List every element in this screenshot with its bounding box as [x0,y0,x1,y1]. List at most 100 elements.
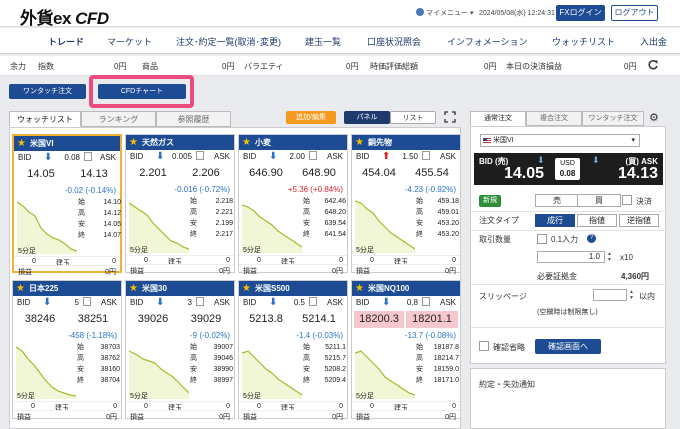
star-icon[interactable]: ★ [242,136,251,149]
ask-price[interactable]: 18201.1 [406,311,458,328]
price-card[interactable]: ★ 米国NQ100 BID ⬇ 0.8 ASK 18200.3 18201.1 -13.7 (-… [351,280,461,421]
nav-account[interactable]: 口座状況照会 [367,35,421,48]
slippage-input[interactable] [593,289,627,301]
star-icon[interactable]: ★ [355,282,364,295]
ask-price[interactable]: 2.206 [180,165,232,182]
buy-button[interactable]: 買 [577,194,621,207]
card-header[interactable]: ★ 小麦 [239,135,347,150]
refresh-icon[interactable] [647,59,659,71]
confirm-button[interactable]: 確認画面へ [535,339,601,354]
nav-deposit[interactable]: 入出金 [640,35,667,48]
bid-price[interactable]: 18200.3 [354,311,404,328]
market-order-button[interactable]: 成行 [535,214,575,227]
star-icon[interactable]: ★ [16,282,25,295]
sell-button[interactable]: 売 [535,194,579,207]
lot-checkbox[interactable] [83,297,91,306]
expand-icon[interactable] [444,111,456,123]
lot-checkbox[interactable] [84,152,92,161]
tab-history[interactable]: 参照履歴 [156,111,231,127]
lot-checkbox[interactable] [422,151,430,160]
ask-price[interactable]: 14.13 [68,166,120,183]
tab-ranking[interactable]: ランキング [81,111,156,127]
cfd-chart-button[interactable]: CFDチャート [98,84,186,99]
tab-combo-order[interactable]: 複合注文 [526,111,582,126]
symbol-name: 米国NQ100 [368,284,410,293]
card-header[interactable]: ★ 米国NQ100 [352,281,460,296]
star-icon[interactable]: ★ [129,136,138,149]
star-icon[interactable]: ★ [17,137,26,150]
bid-price[interactable]: 646.90 [241,165,291,182]
price-card[interactable]: ★ 米国30 BID ⬇ 3 ASK 39026 39029 -9 (-0.02%) 始 39007… [125,280,235,421]
settle-checkbox[interactable] [622,195,632,205]
card-header[interactable]: ★ 日本225 [13,281,121,296]
user-menu[interactable]: マイメニュー ▾ [416,8,473,18]
down-arrow-icon: ⬇ [156,151,165,162]
summary-bar: 余力 指数 0円 商品 0円 バラエティ 0円 時価評価総額 0円 本日の決済損… [0,56,680,76]
list-view-button[interactable]: リスト [390,111,436,124]
symbol-select[interactable]: 米国VI ▾ [480,134,640,147]
help-icon[interactable]: ? [587,234,596,243]
lot-checkbox[interactable] [196,151,204,160]
card-header[interactable]: ★ 米国30 [126,281,234,296]
ask-price[interactable]: 14.13 [618,165,658,183]
lot-checkbox[interactable] [537,234,547,244]
price-row: 18200.3 18201.1 [354,311,458,328]
ask-price[interactable]: 38251 [67,311,119,328]
bid-price[interactable]: 14.05 [504,165,544,183]
nav-market[interactable]: マーケット [107,35,152,48]
ask-price[interactable]: 648.90 [293,165,345,182]
tab-watchlist[interactable]: ウォッチリスト [9,111,81,127]
price-card[interactable]: ★ 米国VI BID ⬇ 0.08 ASK 14.05 14.13 -0.02 (-0.14%)… [12,134,122,276]
card-header[interactable]: ★ 米国VI [14,136,120,151]
lot-checkbox[interactable] [422,297,430,306]
slippage-stepper[interactable]: ▲ ▼ [629,289,634,301]
lot-checkbox[interactable] [309,297,317,306]
spread: 2.00 [289,152,305,161]
price-card[interactable]: ★ 米国S500 BID ⬇ 0.5 ASK 5213.8 5214.1 -1.4 (-0.03… [238,280,348,421]
ask-price[interactable]: 5214.1 [293,311,345,328]
nav-information[interactable]: インフォメーション [447,35,528,48]
tab-onetouch-order[interactable]: ワンタッチ注文 [582,111,644,126]
card-header[interactable]: ★ 銅先物 [352,135,460,150]
nav-watchlist[interactable]: ウォッチリスト [552,35,615,48]
add-edit-button[interactable]: 追加/編集 [286,111,336,124]
nav-orders[interactable]: 注文･約定一覧(取消･変更) [176,35,281,48]
card-header[interactable]: ★ 米国S500 [239,281,347,296]
quantity-stepper[interactable]: ▲ ▼ [607,251,612,263]
lot-checkbox[interactable] [196,297,204,306]
bid-price[interactable]: 454.04 [354,165,404,182]
tab-normal-order[interactable]: 通常注文 [470,111,526,126]
spread: 3 [187,298,192,307]
limit-order-button[interactable]: 指値 [577,214,617,227]
pl-row: 損益 0円 [14,265,120,276]
star-icon[interactable]: ★ [242,282,251,295]
quantity-input[interactable]: 1.0 [537,251,605,263]
ask-price[interactable]: 39029 [180,311,232,328]
panel-view-button[interactable]: パネル [344,111,390,124]
logout-button[interactable]: ログアウト [611,5,658,21]
bid-price[interactable]: 2.201 [128,165,178,182]
star-icon[interactable]: ★ [129,282,138,295]
bid-price[interactable]: 38246 [15,311,65,328]
onetouch-order-button[interactable]: ワンタッチ注文 [9,84,86,99]
stop-order-button[interactable]: 逆指値 [619,214,659,227]
skip-confirm-checkbox[interactable] [479,341,489,351]
price-card[interactable]: ★ 銅先物 BID ⬆ 1.50 ASK 454.04 455.54 -4.23 (-0.92%… [351,134,461,275]
nav-positions[interactable]: 建玉一覧 [305,35,341,48]
bid-price[interactable]: 14.05 [16,166,66,183]
down-arrow-icon: ⬇ [592,155,600,165]
nav-trade[interactable]: トレード [48,35,84,48]
star-icon[interactable]: ★ [355,136,364,149]
fx-login-button[interactable]: FXログイン [556,5,605,21]
bid-price[interactable]: 5213.8 [241,311,291,328]
price-card[interactable]: ★ 天然ガス BID ⬇ 0.005 ASK 2.201 2.206 -0.016 (-0.72… [125,134,235,275]
gear-icon[interactable]: ⚙ [649,111,659,124]
quote-labels: BID ⬆ 1.50 ASK [352,151,460,164]
lot-checkbox[interactable] [309,151,317,160]
ask-price[interactable]: 455.54 [406,165,458,182]
price-card[interactable]: ★ 日本225 BID ⬇ 5 ASK 38246 38251 -458 (-1.18%) 始 38… [12,280,122,421]
card-header[interactable]: ★ 天然ガス [126,135,234,150]
bid-price[interactable]: 39026 [128,311,178,328]
down-arrow-icon: ⬇ [156,297,165,308]
price-card[interactable]: ★ 小麦 BID ⬇ 2.00 ASK 646.90 648.90 +5.36 (+0.84%)… [238,134,348,275]
